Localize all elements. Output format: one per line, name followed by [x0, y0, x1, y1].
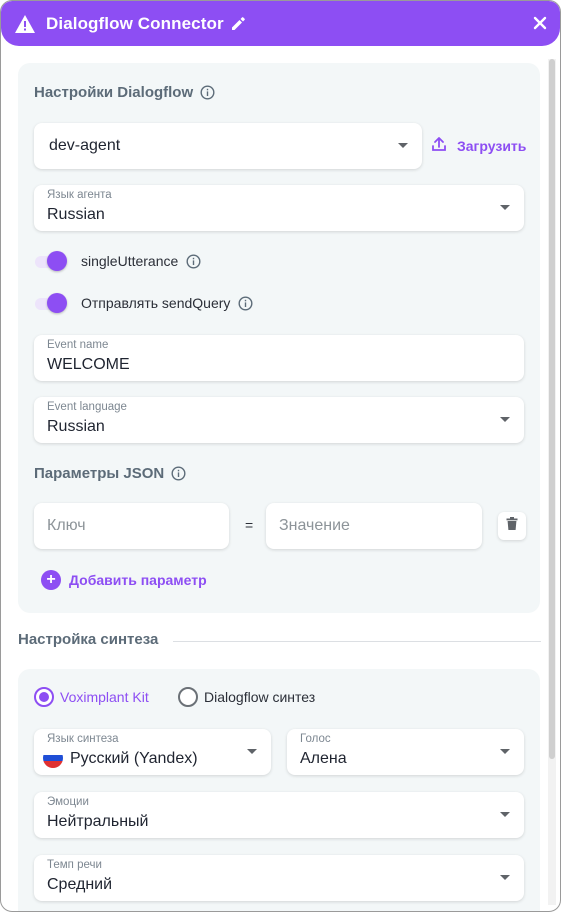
delete-param-button[interactable] — [498, 512, 526, 540]
synthesis-settings-title: Настройка синтеза — [18, 631, 159, 648]
voice-value: Алена — [300, 750, 347, 767]
trash-icon — [506, 517, 518, 535]
russia-flag-icon — [43, 748, 63, 768]
radio-voximplant-label: Voximplant Kit — [60, 689, 149, 705]
upload-label: Загрузить — [457, 137, 527, 154]
emotion-select[interactable]: Эмоции Нейтральный — [34, 792, 524, 838]
speech-rate-value: Средний — [47, 876, 113, 893]
param-value-input[interactable]: Значение — [266, 503, 482, 549]
window-title: Dialogflow Connector — [46, 13, 224, 33]
chevron-down-icon — [247, 749, 257, 754]
single-utterance-label: singleUtterance — [81, 253, 179, 269]
param-value-placeholder: Значение — [279, 517, 350, 534]
pencil-icon[interactable] — [231, 17, 246, 31]
section-divider — [173, 641, 541, 642]
param-key-placeholder: Ключ — [47, 517, 86, 534]
event-name-value: WELCOME — [47, 356, 130, 373]
chevron-down-icon — [500, 749, 510, 754]
synthesis-language-select[interactable]: Язык синтеза Русский (Yandex) — [34, 729, 271, 775]
chevron-down-icon — [500, 205, 510, 210]
event-language-label: Event language — [47, 401, 127, 413]
upload-icon — [431, 136, 447, 155]
dialogflow-settings-title-text: Настройки Dialogflow — [34, 84, 194, 101]
speech-rate-label: Темп речи — [47, 859, 102, 871]
chevron-down-icon — [500, 417, 510, 422]
emotion-label: Эмоции — [47, 796, 89, 808]
send-query-row: Отправлять sendQuery — [33, 293, 253, 313]
connector-dialog: Dialogflow Connector Настройки Dialogflo… — [0, 0, 561, 912]
param-key-input[interactable]: Ключ — [34, 503, 229, 549]
send-query-label: Отправлять sendQuery — [81, 295, 231, 311]
json-params-title-text: Параметры JSON — [34, 465, 165, 482]
json-params-title: Параметры JSON — [34, 465, 186, 482]
warning-icon — [15, 14, 35, 34]
chevron-down-icon — [500, 875, 510, 880]
add-param-label: Добавить параметр — [69, 572, 207, 588]
synthesis-language-value: Русский (Yandex) — [70, 750, 198, 767]
radio-voximplant[interactable]: Voximplant Kit — [34, 687, 149, 707]
scrollbar-thumb[interactable] — [549, 59, 555, 759]
agent-language-select[interactable]: Язык агента Russian — [34, 185, 524, 231]
chevron-down-icon — [398, 143, 408, 148]
event-language-select[interactable]: Event language Russian — [34, 397, 524, 443]
info-icon[interactable] — [186, 253, 201, 269]
agent-language-value: Russian — [47, 206, 105, 223]
agent-select-value: dev-agent — [49, 137, 121, 154]
close-icon[interactable] — [532, 15, 548, 31]
agent-language-label: Язык агента — [47, 189, 112, 201]
add-param-button[interactable]: + Добавить параметр — [41, 570, 207, 590]
emotion-value: Нейтральный — [47, 813, 149, 830]
equals-sign: = — [245, 517, 254, 533]
info-icon[interactable] — [200, 85, 215, 100]
voice-select[interactable]: Голос Алена — [287, 729, 524, 775]
info-icon[interactable] — [171, 466, 186, 481]
radio-button-selected — [34, 687, 54, 707]
event-name-field[interactable]: Event name WELCOME — [34, 335, 524, 381]
dialogflow-settings-title: Настройки Dialogflow — [34, 84, 215, 101]
speech-rate-select[interactable]: Темп речи Средний — [34, 855, 524, 901]
plus-circle-icon: + — [41, 570, 61, 590]
event-name-label: Event name — [47, 339, 109, 351]
radio-dialogflow-label: Dialogflow синтез — [204, 689, 316, 705]
chevron-down-icon — [500, 812, 510, 817]
voice-label: Голос — [300, 733, 331, 745]
event-language-value: Russian — [47, 418, 105, 435]
title-bar: Dialogflow Connector — [1, 1, 560, 46]
info-icon[interactable] — [238, 295, 253, 311]
send-query-toggle[interactable] — [33, 293, 69, 313]
upload-button[interactable]: Загрузить — [431, 136, 526, 155]
radio-dialogflow[interactable]: Dialogflow синтез — [178, 687, 315, 707]
single-utterance-row: singleUtterance — [33, 251, 201, 271]
radio-button-unselected — [178, 687, 198, 707]
synthesis-language-label: Язык синтеза — [47, 733, 119, 745]
agent-select[interactable]: dev-agent — [34, 123, 422, 169]
single-utterance-toggle[interactable] — [33, 251, 69, 271]
